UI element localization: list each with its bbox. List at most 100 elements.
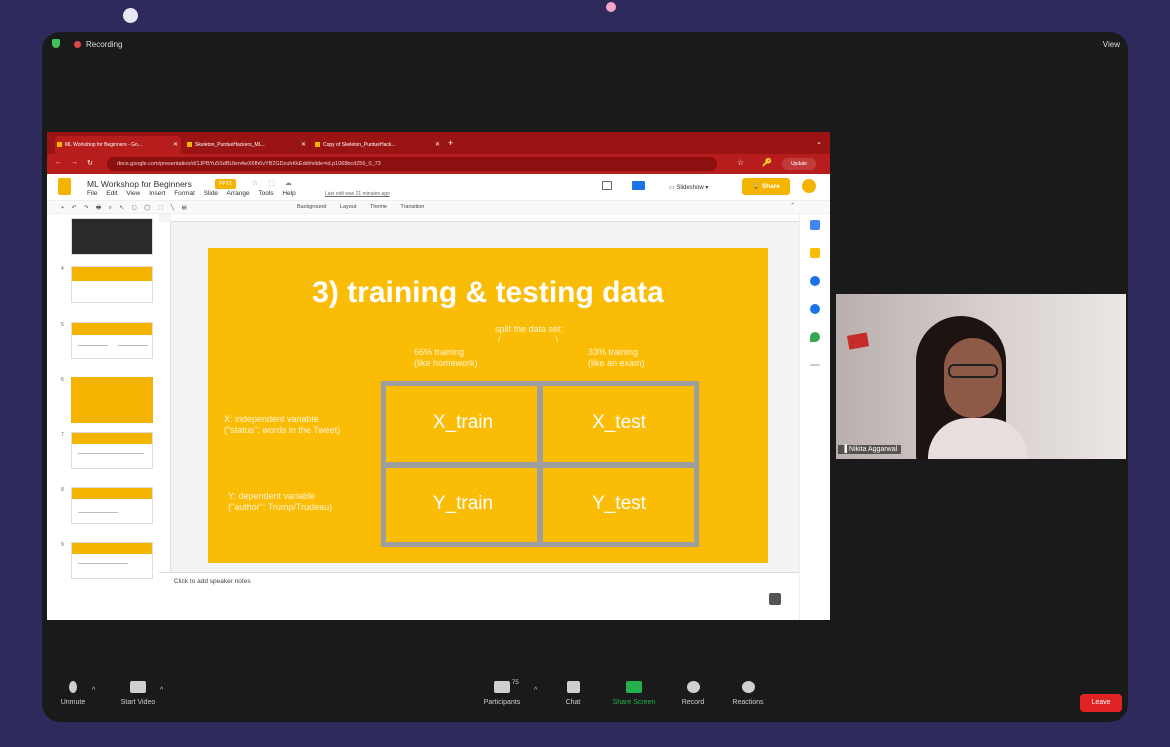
thumb-image <box>71 487 153 524</box>
thumb-band <box>72 488 152 499</box>
menu-format[interactable]: Format <box>174 190 195 197</box>
forward-icon[interactable]: → <box>71 159 78 166</box>
audio-options-icon[interactable]: ^ <box>92 687 95 694</box>
slides-favicon-icon <box>57 142 62 147</box>
video-off-icon <box>130 681 146 693</box>
bookmark-star-icon[interactable]: ☆ <box>737 158 744 167</box>
reactions-icon <box>741 681 755 693</box>
thumb-line <box>78 345 108 346</box>
menu-arrange[interactable]: Arrange <box>227 190 250 197</box>
participant-face <box>944 338 1002 418</box>
toolbar-options: Background Layout Theme Transition <box>297 204 436 210</box>
x-description: X: independent variable ("status": words … <box>224 414 340 436</box>
speaker-notes[interactable]: Click to add speaker notes <box>159 572 799 620</box>
slideshow-button[interactable]: ▭ Slideshow ▾ <box>663 179 714 195</box>
current-slide[interactable]: 3) training & testing data split the dat… <box>208 248 768 563</box>
thumb-image <box>71 266 153 303</box>
collapse-toolbar-icon[interactable]: ⌃ <box>790 203 795 209</box>
test-note-line-2: (like an exam) <box>588 358 645 368</box>
leave-button[interactable]: Leave <box>1080 694 1122 712</box>
thumb-line <box>118 345 148 346</box>
tab-bar: ML Workshop for Beginners - Go... ✕ Skel… <box>47 132 830 154</box>
url-input[interactable]: docs.google.com/presentation/d/1JPBYu5Sd… <box>107 157 717 171</box>
slide-number: 4 <box>61 266 64 272</box>
tab-title: Skeleton_PurdueHackers_ML... <box>195 142 266 148</box>
train-note-line-2: (like homework) <box>414 358 478 368</box>
record-label: Record <box>681 699 705 706</box>
back-icon[interactable]: ← <box>55 159 62 166</box>
participants-icon <box>494 681 510 693</box>
unmute-button[interactable]: Unmute <box>56 681 90 706</box>
slide-canvas: 3) training & testing data split the dat… <box>159 214 799 620</box>
participant-name-label: Nikita Aggarwal <box>848 446 898 453</box>
menu-insert[interactable]: Insert <box>149 190 165 197</box>
chat-button[interactable]: Chat <box>558 681 588 706</box>
close-tab-icon[interactable]: ✕ <box>435 141 440 148</box>
maps-icon[interactable] <box>810 332 820 342</box>
browser-tab[interactable]: Skeleton_PurdueHackers_ML... ✕ <box>185 136 309 154</box>
start-video-button[interactable]: Start Video <box>114 681 162 706</box>
close-tab-icon[interactable]: ✕ <box>301 141 306 148</box>
background-button[interactable]: Background <box>297 204 326 210</box>
slides-logo-icon[interactable] <box>58 178 71 195</box>
participant-video[interactable]: ▐ Nikita Aggarwal <box>836 294 1126 459</box>
explore-icon[interactable] <box>769 593 781 605</box>
shared-browser-window: ML Workshop for Beginners - Go... ✕ Skel… <box>47 132 830 620</box>
thumb-line <box>78 512 118 513</box>
zoom-top-bar: Recording View <box>42 32 1128 56</box>
start-video-label: Start Video <box>120 699 156 706</box>
side-panel <box>799 214 830 620</box>
menu-edit[interactable]: Edit <box>106 190 117 197</box>
theme-button[interactable]: Theme <box>370 204 387 210</box>
menu-view[interactable]: View <box>126 190 140 197</box>
view-button[interactable]: View <box>1103 40 1120 49</box>
add-ons-icon[interactable] <box>810 364 820 366</box>
slideshow-label: Slideshow <box>676 185 704 191</box>
reload-icon[interactable]: ↻ <box>87 159 93 167</box>
menu-help[interactable]: Help <box>282 190 295 197</box>
participants-options-icon[interactable]: ^ <box>534 687 537 694</box>
video-options-icon[interactable]: ^ <box>160 687 163 694</box>
thumb-image <box>71 322 153 359</box>
tasks-icon[interactable] <box>810 276 820 286</box>
file-type-badge: PPTX <box>215 179 237 189</box>
thumb-band <box>72 543 152 554</box>
account-avatar[interactable] <box>802 179 816 193</box>
y-desc-line-2: ("author": Trump/Trudeau) <box>228 502 333 512</box>
browser-tab[interactable]: ML Workshop for Beginners - Go... ✕ <box>55 136 181 154</box>
menu-tools[interactable]: Tools <box>258 190 273 197</box>
extension-icon[interactable]: 🔑 <box>762 158 772 167</box>
menu-slide[interactable]: Slide <box>204 190 218 197</box>
reactions-button[interactable]: Reactions <box>728 681 768 706</box>
participant-glasses <box>948 364 998 378</box>
contacts-icon[interactable] <box>810 304 820 314</box>
x-test-cell: X_test <box>592 412 646 433</box>
slide-title: 3) training & testing data <box>312 276 664 309</box>
menu-file[interactable]: File <box>87 190 97 197</box>
recording-icon <box>74 41 81 48</box>
comment-icon[interactable] <box>602 181 612 190</box>
layout-button[interactable]: Layout <box>340 204 357 210</box>
close-tab-icon[interactable]: ✕ <box>173 141 178 148</box>
update-button[interactable]: Update <box>782 158 816 170</box>
star-move-icons[interactable]: ☆ ⬚ ☁ <box>252 179 296 187</box>
reactions-label: Reactions <box>732 699 764 706</box>
share-screen-button[interactable]: Share Screen <box>608 681 660 706</box>
record-button[interactable]: Record <box>678 681 708 706</box>
tab-search-icon[interactable]: ⌄ <box>816 138 822 146</box>
keep-icon[interactable] <box>810 248 820 258</box>
record-icon <box>686 681 700 693</box>
new-tab-icon[interactable]: + <box>448 138 453 148</box>
calendar-icon[interactable] <box>810 220 820 230</box>
share-screen-label: Share Screen <box>612 699 656 706</box>
toolbar-tools[interactable]: + ↶ ↷ 🖶 ⌕ ↖ ▢ ◯ ⬚ ╲ ▤ <box>61 204 190 213</box>
last-edit-link[interactable]: Last edit was 21 minutes ago <box>325 191 390 197</box>
browser-tab[interactable]: Copy of Skeleton_PurdueHack... ✕ <box>313 136 443 154</box>
transition-button[interactable]: Transition <box>400 204 424 210</box>
document-title[interactable]: ML Workshop for Beginners <box>87 179 192 189</box>
shield-icon <box>52 39 60 48</box>
meet-present-icon[interactable] <box>632 181 645 190</box>
participant-count: 75 <box>512 680 519 686</box>
share-button[interactable]: 🔒 Share <box>742 178 790 195</box>
y-desc-line-1: Y: dependent variable <box>228 491 316 501</box>
